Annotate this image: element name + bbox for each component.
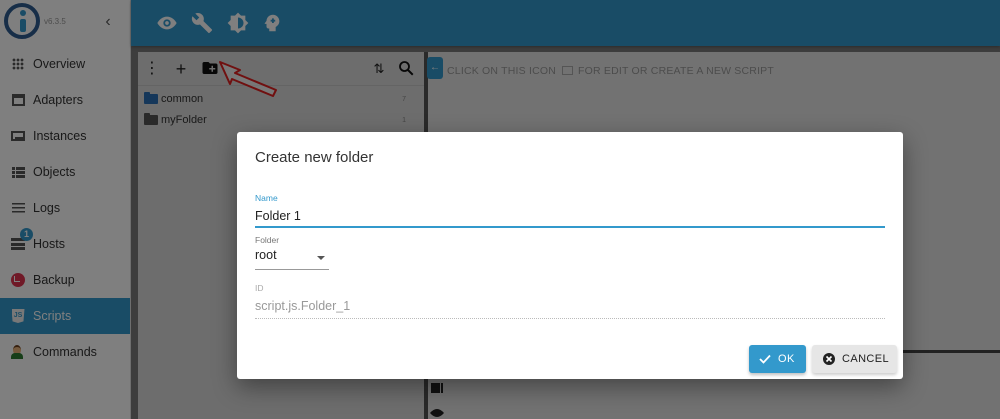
folder-name-input[interactable] bbox=[255, 206, 885, 228]
name-field-label: Name bbox=[255, 193, 278, 203]
folder-id-value: script.js.Folder_1 bbox=[255, 299, 885, 319]
ok-button-label: OK bbox=[778, 353, 795, 365]
parent-folder-value: root bbox=[255, 248, 277, 262]
dialog-title: Create new folder bbox=[255, 149, 374, 166]
cancel-button[interactable]: CANCEL bbox=[812, 345, 897, 373]
folder-field-label: Folder bbox=[255, 235, 280, 245]
ok-button[interactable]: OK bbox=[749, 345, 806, 373]
create-folder-dialog: Create new folder Name Folder root ID sc… bbox=[237, 132, 903, 379]
id-field-label: ID bbox=[255, 283, 264, 293]
cancel-button-label: CANCEL bbox=[842, 353, 890, 365]
parent-folder-select[interactable]: root bbox=[255, 248, 329, 270]
cancel-icon bbox=[823, 353, 835, 365]
check-icon bbox=[759, 354, 771, 364]
chevron-down-icon bbox=[317, 256, 325, 260]
